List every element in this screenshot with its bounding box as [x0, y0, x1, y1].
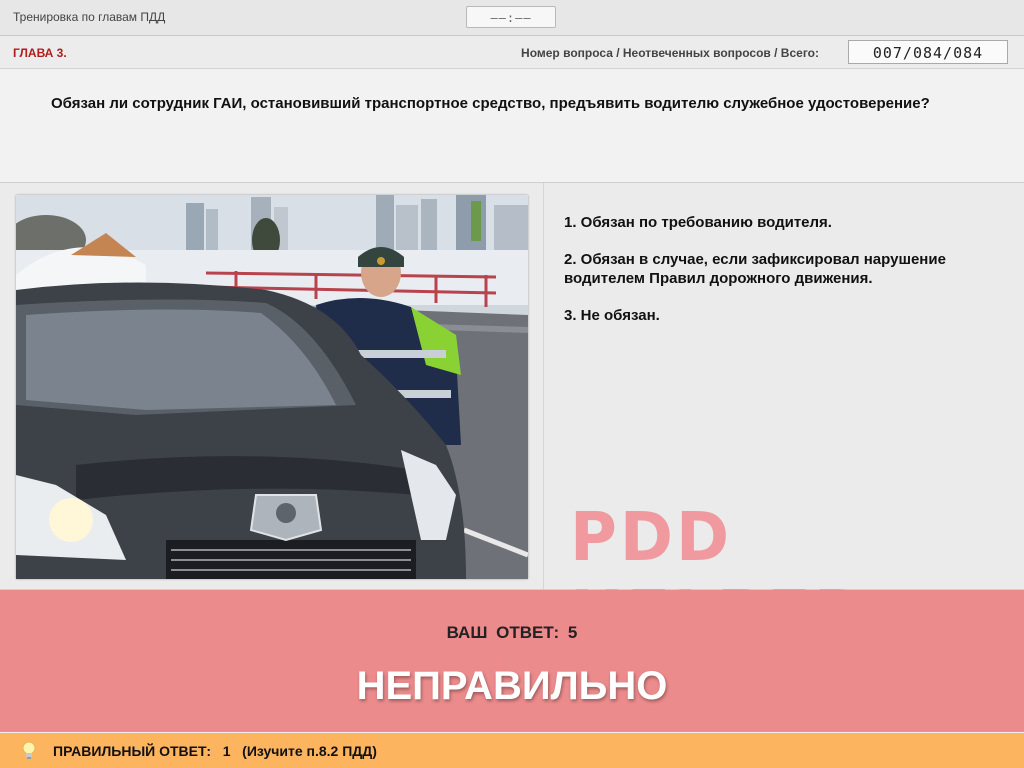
top-bar: Тренировка по главам ПДД ––:–– — [0, 0, 1024, 36]
answer-option-3[interactable]: 3. Не обязан. — [564, 306, 1009, 325]
question-photo — [16, 195, 528, 579]
traffic-police-photo-icon — [16, 195, 528, 579]
lightbulb-icon — [22, 741, 36, 759]
answer-option-1[interactable]: 1. Обязан по требованию водителя. — [564, 213, 1009, 232]
result-panel: ВАШ ОТВЕТ: 5 НЕПРАВИЛЬНО — [0, 590, 1024, 732]
question-area: Обязан ли сотрудник ГАИ, остановивший тр… — [0, 69, 1024, 183]
app-title: Тренировка по главам ПДД — [13, 10, 166, 24]
question-counter-label: Номер вопроса / Неотвеченных вопросов / … — [521, 46, 819, 60]
hint-bar: ПРАВИЛЬНЫЙ ОТВЕТ: 1 (Изучите п.8.2 ПДД) — [0, 733, 1024, 768]
chapter-bar: ГЛАВА 3. Номер вопроса / Неотвеченных во… — [0, 36, 1024, 69]
timer-display: ––:–– — [466, 6, 556, 28]
content-divider — [543, 183, 544, 589]
chapter-label: ГЛАВА 3. — [13, 46, 67, 60]
question-text: Обязан ли сотрудник ГАИ, остановивший тр… — [51, 95, 930, 112]
your-answer-text: ВАШ ОТВЕТ: 5 — [446, 623, 578, 642]
answer-option-2[interactable]: 2. Обязан в случае, если зафиксировал на… — [564, 250, 1009, 288]
answer-list: 1. Обязан по требованию водителя. 2. Обя… — [564, 213, 1009, 343]
verdict-text: НЕПРАВИЛЬНО — [356, 664, 668, 708]
correct-answer-hint: ПРАВИЛЬНЫЙ ОТВЕТ: 1 (Изучите п.8.2 ПДД) — [53, 743, 377, 759]
question-counter: 007/084/084 — [848, 40, 1008, 64]
content-area: 1. Обязан по требованию водителя. 2. Обя… — [0, 183, 1024, 655]
